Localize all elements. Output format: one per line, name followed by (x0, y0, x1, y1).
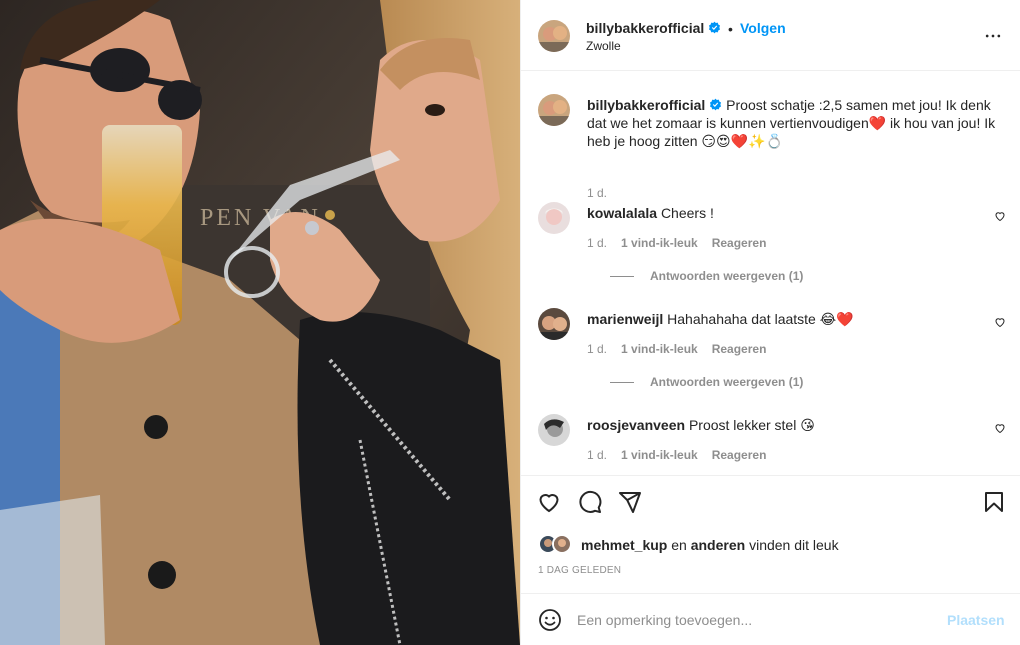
post-location[interactable]: Zwolle (586, 39, 621, 53)
comment-meta: 1 d. 1 vind-ik-leuk Reageren (587, 236, 780, 250)
comment-username[interactable]: marienweijl (587, 311, 663, 327)
comment-input[interactable] (577, 607, 937, 633)
post-date[interactable]: 1 DAG GELEDEN (538, 565, 621, 576)
author-username[interactable]: billybakkerofficial (586, 20, 721, 36)
reply-button[interactable]: Reageren (712, 236, 767, 250)
comment-time[interactable]: 1 d. (587, 342, 607, 356)
comment-likes[interactable]: 1 vind-ik-leuk (621, 236, 698, 250)
comment-like-heart-icon[interactable] (994, 210, 1006, 222)
view-replies-button[interactable]: Antwoorden weergeven (1) (611, 269, 803, 283)
comment-likes[interactable]: 1 vind-ik-leuk (621, 448, 698, 462)
comment-avatar[interactable] (538, 202, 570, 234)
comment-meta: 1 d. 1 vind-ik-leuk Reageren (587, 342, 780, 356)
comment-body: Proost lekker stel 😘 (688, 417, 815, 433)
likes-text: mehmet_kup en anderen vinden dit leuk (581, 537, 839, 553)
caption-avatar[interactable] (538, 94, 570, 126)
post-actions: mehmet_kup en anderen vinden dit leuk 1 … (521, 475, 1020, 593)
comment-username[interactable]: kowalalala (587, 205, 657, 221)
post-photo-image: PEN VAN (0, 0, 520, 645)
comment-text: kowalalala Cheers ! (587, 204, 714, 222)
likes-suffix: vinden dit leuk (749, 537, 839, 553)
comment-meta: 1 d. 1 vind-ik-leuk Reageren (587, 448, 780, 462)
comment-icon[interactable] (578, 490, 602, 514)
comment-item: kowalalala Cheers ! 1 d. 1 vind-ik-leuk Re… (538, 202, 1008, 292)
heart-icon[interactable] (537, 490, 561, 514)
share-icon[interactable] (618, 490, 642, 514)
post-side-panel: billybakkerofficial • Volgen Zwolle bill… (520, 0, 1020, 645)
likes-others[interactable]: anderen (691, 537, 745, 553)
comment-username[interactable]: roosjevanveen (587, 417, 685, 433)
more-options-icon[interactable] (983, 26, 1003, 46)
comment-time[interactable]: 1 d. (587, 236, 607, 250)
follow-button[interactable]: Volgen (740, 20, 786, 36)
caption-time[interactable]: 1 d. (587, 186, 607, 200)
comment-body: Hahahahaha dat laatste 😂❤️ (667, 311, 854, 327)
caption-text: billybakkerofficial Proost schatje :2,5 … (587, 96, 1007, 150)
comment-item: roosjevanveen Proost lekker stel 😘 1 d. 1… (538, 414, 1008, 475)
separator-dot: • (728, 21, 733, 37)
comment-item: marienweijl Hahahahaha dat laatste 😂❤️ 1… (538, 308, 1008, 398)
comment-text: marienweijl Hahahahaha dat laatste 😂❤️ (587, 310, 854, 328)
comment-likes[interactable]: 1 vind-ik-leuk (621, 342, 698, 356)
post-comment-button[interactable]: Plaatsen (947, 612, 1005, 628)
comment-like-heart-icon[interactable] (994, 316, 1006, 328)
post-photo[interactable]: PEN VAN (0, 0, 520, 645)
caption-username[interactable]: billybakkerofficial (587, 97, 705, 113)
comments-section[interactable]: billybakkerofficial Proost schatje :2,5 … (521, 72, 1020, 475)
reply-button[interactable]: Reageren (712, 448, 767, 462)
post-header: billybakkerofficial • Volgen Zwolle (521, 0, 1020, 71)
comment-avatar[interactable] (538, 414, 570, 446)
comment-text: roosjevanveen Proost lekker stel 😘 (587, 416, 815, 434)
comment-body: Cheers ! (660, 205, 714, 221)
comment-avatar[interactable] (538, 308, 570, 340)
verified-badge-icon (709, 21, 721, 34)
reply-button[interactable]: Reageren (712, 342, 767, 356)
liker-username[interactable]: mehmet_kup (581, 537, 667, 553)
author-avatar[interactable] (538, 20, 570, 52)
comment-like-heart-icon[interactable] (994, 422, 1006, 434)
likes-connector: en (671, 537, 687, 553)
view-replies-button[interactable]: Antwoorden weergeven (1) (611, 375, 803, 389)
bookmark-icon[interactable] (982, 490, 1006, 514)
emoji-icon[interactable] (538, 608, 562, 632)
comment-time[interactable]: 1 d. (587, 448, 607, 462)
add-comment-bar: Plaatsen (521, 593, 1020, 645)
verified-badge-icon (710, 98, 722, 111)
author-username-text[interactable]: billybakkerofficial (586, 20, 704, 36)
liker-avatar[interactable] (552, 534, 572, 554)
